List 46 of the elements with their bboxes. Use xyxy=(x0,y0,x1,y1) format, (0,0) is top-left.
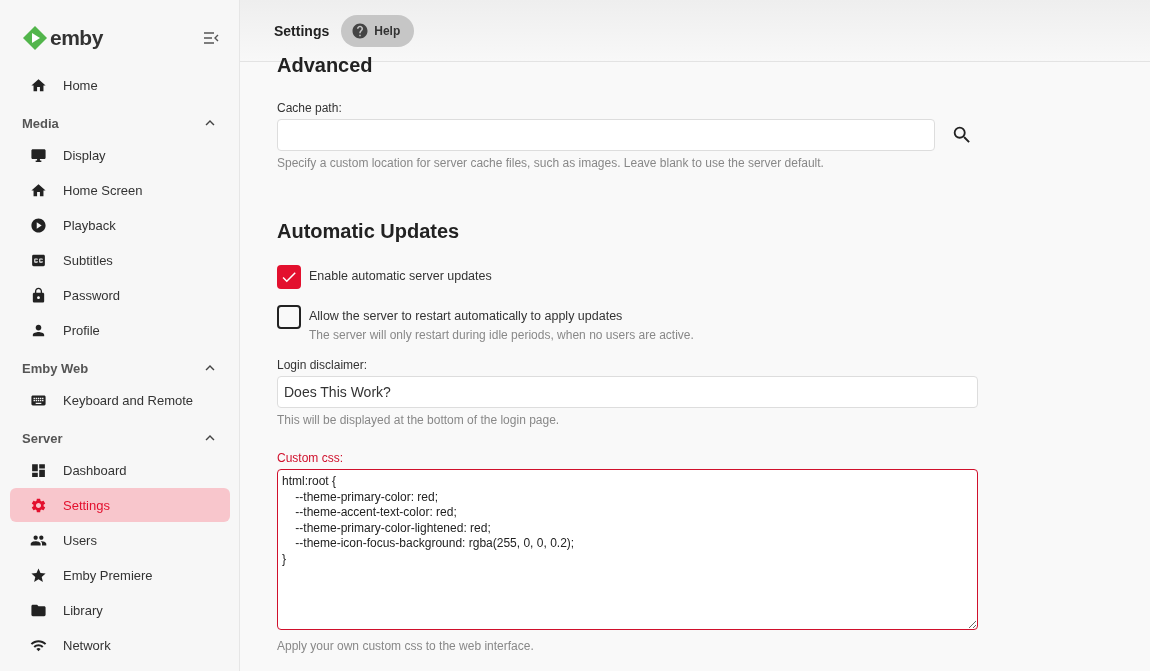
page-title: Settings xyxy=(274,22,330,39)
logo-icon xyxy=(22,25,48,51)
group-title: Server xyxy=(22,430,63,446)
settings-icon xyxy=(30,496,47,514)
nav-item[interactable]: Profile xyxy=(10,313,230,347)
group-title: Emby Web xyxy=(22,360,89,376)
field-label: Cache path: xyxy=(277,101,343,115)
section-heading: Automatic Updates xyxy=(277,220,461,243)
star-icon xyxy=(30,566,47,584)
nav-item[interactable]: Home Screen xyxy=(10,173,230,207)
field-label: Login disclaimer: xyxy=(277,358,369,372)
help-button[interactable]: Help xyxy=(341,14,415,47)
nav-item[interactable]: Display xyxy=(10,138,230,172)
nav-item[interactable]: Dashboard xyxy=(10,453,230,487)
nav-item[interactable]: Home xyxy=(10,68,230,102)
help-text: This will be displayed at the bottom of the login page. xyxy=(277,413,561,427)
collapse-menu-icon[interactable] xyxy=(203,32,219,44)
nav-item[interactable]: Emby Premiere xyxy=(10,558,230,592)
home-icon xyxy=(30,181,47,199)
help-text: Apply your own custom css to the web interface. xyxy=(277,639,535,653)
nav-item[interactable]: Users xyxy=(10,523,230,557)
nav-item[interactable]: Password xyxy=(10,278,230,312)
checkbox[interactable] xyxy=(277,305,301,329)
nav-item[interactable]: Network xyxy=(10,628,230,662)
nav-item[interactable]: Library xyxy=(10,593,230,627)
nav-item[interactable]: Keyboard and Remote xyxy=(10,383,230,417)
checkbox-label: Enable automatic server updates xyxy=(309,269,492,283)
help-text: Specify a custom location for server cache files, such as images. Leave blank to use the server default. xyxy=(277,156,825,170)
home-icon xyxy=(30,76,47,94)
play-icon xyxy=(30,216,47,234)
group-title: Media xyxy=(22,115,59,131)
help-text: The server will only restart during idle periods, when no users are active. xyxy=(309,328,694,342)
nav-item[interactable]: Playback xyxy=(10,208,230,242)
checkbox-label: Allow the server to restart automatically to apply updates xyxy=(309,309,624,323)
css-text-area[interactable]: html:root { --theme-primary-color: red; --theme-accent-text-color: red; --theme-primary-color-lightened: red; --theme-icon-focus-background: rgba(255, 0, 0, 0.2); } xyxy=(277,469,978,630)
text-field[interactable]: Does This Work? xyxy=(277,376,978,408)
lock-icon xyxy=(30,286,47,304)
dashboard-icon xyxy=(30,461,47,479)
logo-text: emby xyxy=(50,26,103,50)
checkbox[interactable] xyxy=(277,265,301,289)
help-icon xyxy=(351,21,370,40)
text-field[interactable] xyxy=(277,119,935,151)
section-heading: Advanced xyxy=(277,54,374,77)
monitor-icon xyxy=(30,146,47,164)
nav-item[interactable]: Subtitles xyxy=(10,243,230,277)
field-label: Custom css: xyxy=(277,451,344,465)
